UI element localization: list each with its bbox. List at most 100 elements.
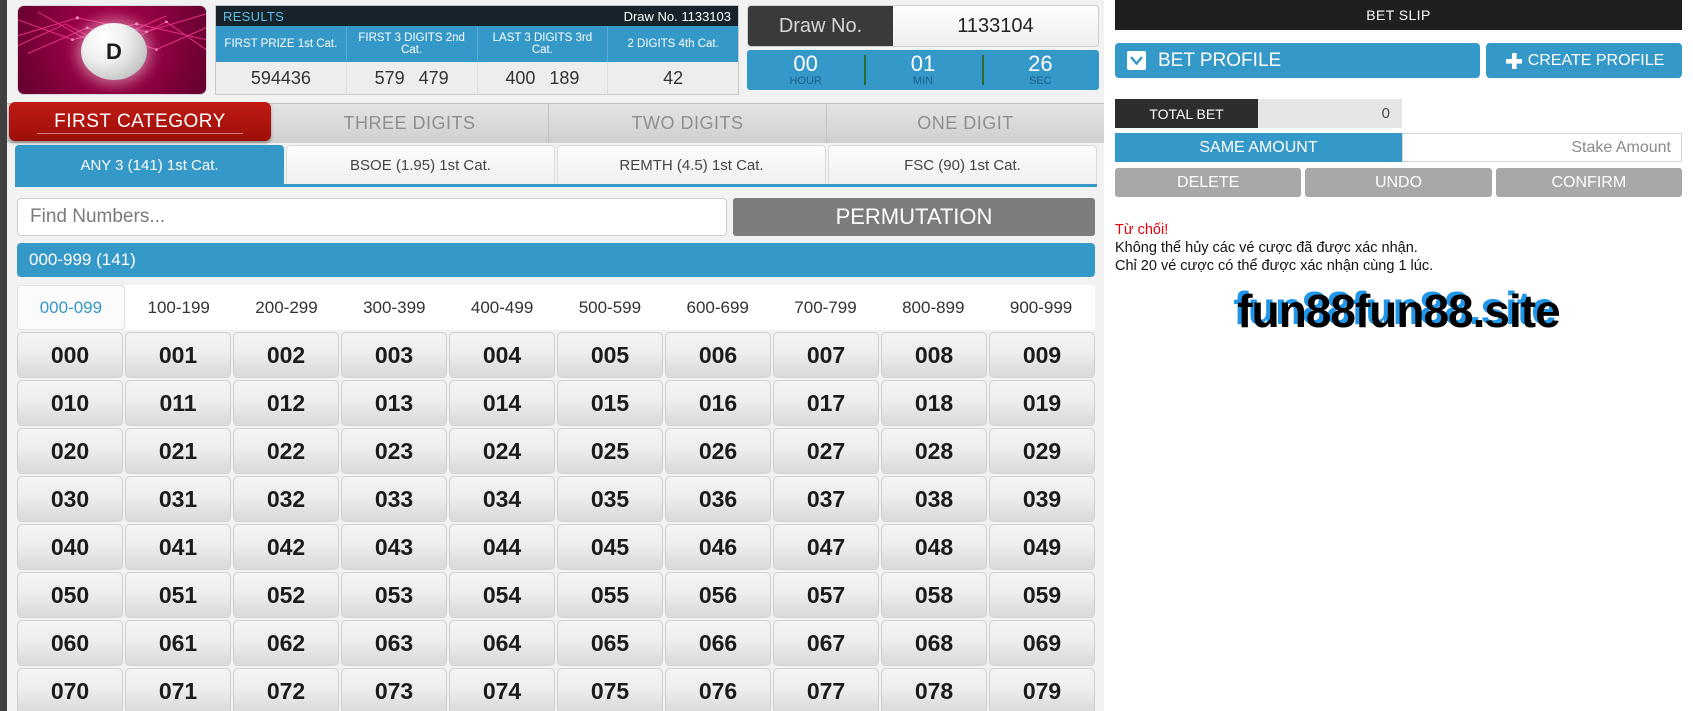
- number-cell[interactable]: 002: [233, 332, 339, 378]
- number-cell[interactable]: 050: [17, 572, 123, 618]
- number-cell[interactable]: 032: [233, 476, 339, 522]
- number-cell[interactable]: 059: [989, 572, 1095, 618]
- number-cell[interactable]: 035: [557, 476, 663, 522]
- number-cell[interactable]: 016: [665, 380, 771, 426]
- range-tab-600-699[interactable]: 600-699: [663, 285, 772, 330]
- number-cell[interactable]: 019: [989, 380, 1095, 426]
- number-cell[interactable]: 020: [17, 428, 123, 474]
- number-cell[interactable]: 012: [233, 380, 339, 426]
- bet-type-tab[interactable]: BSOE (1.95) 1st Cat.: [286, 145, 555, 184]
- number-cell[interactable]: 031: [125, 476, 231, 522]
- number-cell[interactable]: 010: [17, 380, 123, 426]
- number-cell[interactable]: 057: [773, 572, 879, 618]
- bet-type-tab[interactable]: ANY 3 (141) 1st Cat.: [15, 145, 284, 184]
- number-cell[interactable]: 001: [125, 332, 231, 378]
- number-cell[interactable]: 038: [881, 476, 987, 522]
- number-cell[interactable]: 008: [881, 332, 987, 378]
- number-cell[interactable]: 017: [773, 380, 879, 426]
- number-cell[interactable]: 062: [233, 620, 339, 666]
- number-cell[interactable]: 023: [341, 428, 447, 474]
- number-cell[interactable]: 058: [881, 572, 987, 618]
- number-cell[interactable]: 078: [881, 668, 987, 711]
- number-cell[interactable]: 074: [449, 668, 555, 711]
- number-cell[interactable]: 046: [665, 524, 771, 570]
- number-cell[interactable]: 076: [665, 668, 771, 711]
- number-cell[interactable]: 034: [449, 476, 555, 522]
- number-cell[interactable]: 054: [449, 572, 555, 618]
- number-cell[interactable]: 069: [989, 620, 1095, 666]
- number-cell[interactable]: 007: [773, 332, 879, 378]
- number-cell[interactable]: 033: [341, 476, 447, 522]
- delete-button[interactable]: DELETE: [1115, 168, 1302, 197]
- number-cell[interactable]: 000: [17, 332, 123, 378]
- number-cell[interactable]: 052: [233, 572, 339, 618]
- number-cell[interactable]: 005: [557, 332, 663, 378]
- number-cell[interactable]: 075: [557, 668, 663, 711]
- number-cell[interactable]: 024: [449, 428, 555, 474]
- same-amount-button[interactable]: SAME AMOUNT: [1115, 133, 1402, 162]
- bet-type-tab[interactable]: REMTH (4.5) 1st Cat.: [557, 145, 826, 184]
- number-cell[interactable]: 027: [773, 428, 879, 474]
- create-profile-button[interactable]: CREATE PROFILE: [1486, 43, 1682, 78]
- number-cell[interactable]: 066: [665, 620, 771, 666]
- number-cell[interactable]: 009: [989, 332, 1095, 378]
- search-input[interactable]: [17, 198, 727, 236]
- range-tab-800-899[interactable]: 800-899: [879, 285, 988, 330]
- number-cell[interactable]: 018: [881, 380, 987, 426]
- number-cell[interactable]: 072: [233, 668, 339, 711]
- number-cell[interactable]: 045: [557, 524, 663, 570]
- number-cell[interactable]: 026: [665, 428, 771, 474]
- number-cell[interactable]: 021: [125, 428, 231, 474]
- undo-button[interactable]: UNDO: [1305, 168, 1492, 197]
- confirm-button[interactable]: CONFIRM: [1495, 168, 1682, 197]
- number-cell[interactable]: 037: [773, 476, 879, 522]
- category-tab-two-digits[interactable]: TWO DIGITS: [549, 104, 827, 143]
- number-cell[interactable]: 079: [989, 668, 1095, 711]
- range-tab-200-299[interactable]: 200-299: [232, 285, 341, 330]
- range-tab-700-799[interactable]: 700-799: [771, 285, 880, 330]
- range-tab-300-399[interactable]: 300-399: [340, 285, 449, 330]
- number-cell[interactable]: 036: [665, 476, 771, 522]
- bet-type-tab[interactable]: FSC (90) 1st Cat.: [828, 145, 1097, 184]
- number-cell[interactable]: 053: [341, 572, 447, 618]
- number-cell[interactable]: 061: [125, 620, 231, 666]
- range-tab-900-999[interactable]: 900-999: [987, 285, 1095, 330]
- number-cell[interactable]: 043: [341, 524, 447, 570]
- stake-amount-input[interactable]: [1402, 133, 1682, 162]
- number-cell[interactable]: 055: [557, 572, 663, 618]
- bet-profile-button[interactable]: BET PROFILE: [1115, 43, 1480, 78]
- number-cell[interactable]: 039: [989, 476, 1095, 522]
- number-cell[interactable]: 051: [125, 572, 231, 618]
- number-cell[interactable]: 065: [557, 620, 663, 666]
- number-cell[interactable]: 060: [17, 620, 123, 666]
- number-cell[interactable]: 048: [881, 524, 987, 570]
- number-cell[interactable]: 004: [449, 332, 555, 378]
- number-cell[interactable]: 006: [665, 332, 771, 378]
- range-tab-400-499[interactable]: 400-499: [448, 285, 556, 330]
- range-tab-000-099[interactable]: 000-099: [17, 285, 125, 330]
- number-cell[interactable]: 041: [125, 524, 231, 570]
- number-cell[interactable]: 025: [557, 428, 663, 474]
- category-tab-one-digit[interactable]: ONE DIGIT: [827, 104, 1104, 143]
- number-cell[interactable]: 044: [449, 524, 555, 570]
- number-cell[interactable]: 049: [989, 524, 1095, 570]
- number-cell[interactable]: 040: [17, 524, 123, 570]
- number-cell[interactable]: 015: [557, 380, 663, 426]
- category-tab-three-digits[interactable]: THREE DIGITS: [271, 104, 549, 143]
- number-cell[interactable]: 070: [17, 668, 123, 711]
- number-cell[interactable]: 003: [341, 332, 447, 378]
- number-cell[interactable]: 014: [449, 380, 555, 426]
- number-cell[interactable]: 028: [881, 428, 987, 474]
- number-cell[interactable]: 030: [17, 476, 123, 522]
- number-cell[interactable]: 073: [341, 668, 447, 711]
- number-cell[interactable]: 071: [125, 668, 231, 711]
- number-cell[interactable]: 029: [989, 428, 1095, 474]
- number-cell[interactable]: 042: [233, 524, 339, 570]
- number-cell[interactable]: 022: [233, 428, 339, 474]
- number-cell[interactable]: 013: [341, 380, 447, 426]
- number-cell[interactable]: 064: [449, 620, 555, 666]
- category-tab-first-category[interactable]: FIRST CATEGORY: [9, 102, 271, 141]
- number-cell[interactable]: 011: [125, 380, 231, 426]
- number-cell[interactable]: 063: [341, 620, 447, 666]
- number-cell[interactable]: 077: [773, 668, 879, 711]
